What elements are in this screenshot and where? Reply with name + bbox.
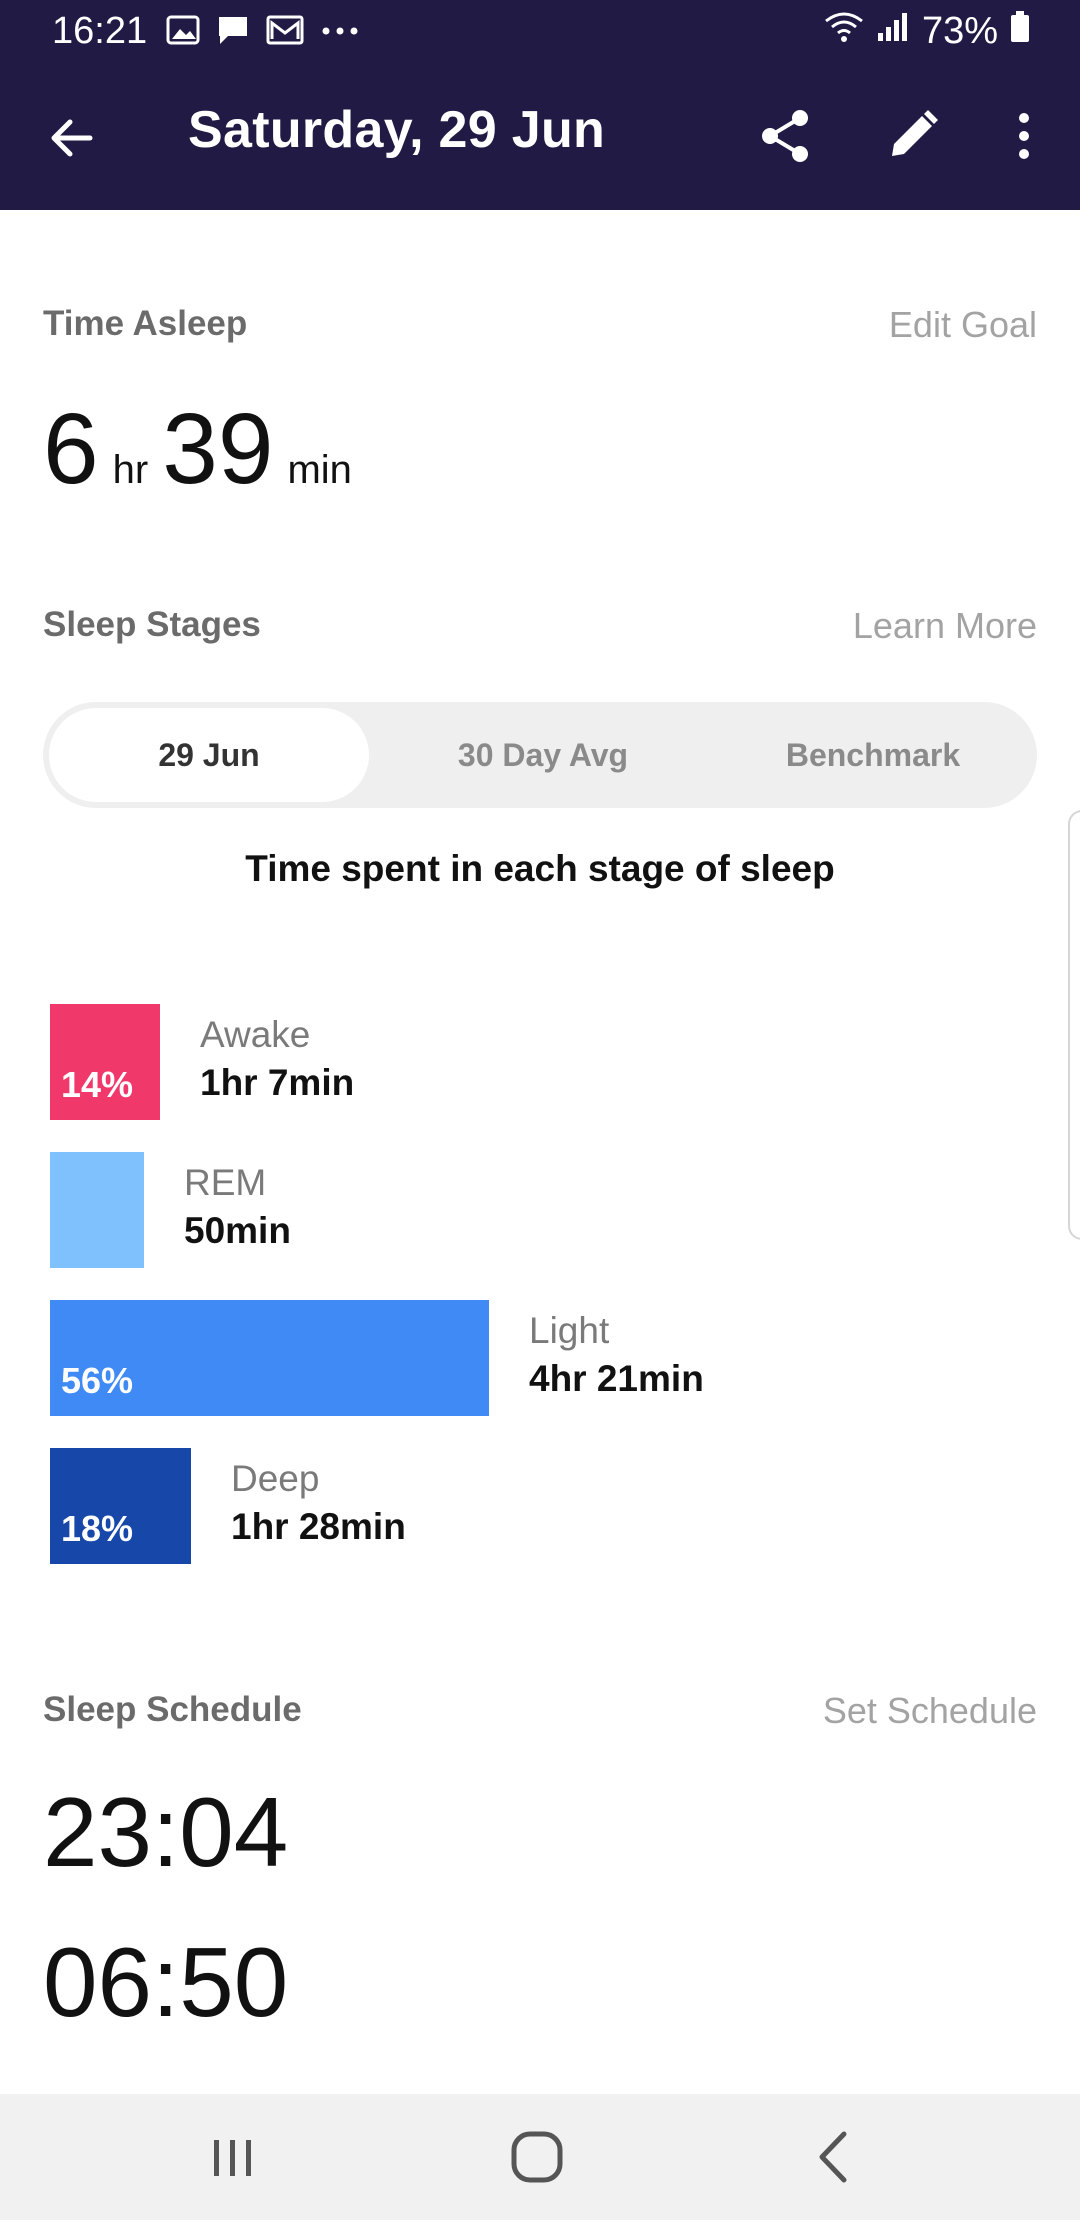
stage-bar-rem	[50, 1152, 144, 1268]
stage-duration-deep: 1hr 28min	[231, 1506, 406, 1547]
stage-percent: 14%	[61, 1064, 134, 1105]
stage-label-rem: REM	[184, 1162, 267, 1203]
bedtime-value: 23:04	[43, 1777, 289, 1887]
side-panel-handle[interactable]	[1068, 810, 1080, 1240]
edit-pencil-icon[interactable]	[880, 104, 944, 168]
page-title: Saturday, 29 Jun	[188, 101, 606, 159]
tab-benchmark[interactable]: Benchmark	[713, 708, 1033, 802]
stage-label-deep: Deep	[231, 1458, 320, 1499]
more-vert-icon[interactable]	[1002, 104, 1046, 168]
home-icon[interactable]	[502, 2124, 572, 2190]
back-icon[interactable]	[800, 2124, 870, 2190]
chat-icon	[216, 14, 250, 51]
asleep-hours-unit: hr	[112, 448, 149, 492]
learn-more-link[interactable]: Learn More	[853, 605, 1037, 647]
time-asleep-value: 6 hr 39 min	[43, 392, 366, 507]
stage-duration-rem: 50min	[184, 1210, 291, 1251]
stage-duration-light: 4hr 21min	[529, 1358, 704, 1399]
sleep-stages-title: Sleep Stages	[43, 605, 261, 644]
status-time: 16:21	[52, 10, 148, 52]
stage-duration-awake: 1hr 7min	[200, 1062, 355, 1103]
signal-icon	[876, 10, 910, 53]
battery-icon	[1010, 10, 1030, 53]
stage-bar-light: 56%	[50, 1300, 489, 1416]
time-asleep-title: Time Asleep	[43, 304, 248, 343]
share-icon[interactable]	[754, 104, 818, 168]
app-bar: Saturday, 29 Jun	[0, 64, 1080, 210]
sleep-schedule-title: Sleep Schedule	[43, 1690, 302, 1729]
back-arrow-icon[interactable]	[44, 108, 104, 168]
tab-29-jun[interactable]: 29 Jun	[49, 708, 369, 802]
stage-range-tabs: 29 Jun 30 Day Avg Benchmark	[43, 702, 1037, 808]
asleep-hours: 6	[43, 393, 99, 505]
edit-goal-link[interactable]: Edit Goal	[889, 304, 1037, 346]
stage-bar-deep: 18%	[50, 1448, 191, 1564]
stages-caption: Time spent in each stage of sleep	[245, 848, 835, 889]
battery-percent: 73%	[921, 10, 998, 52]
wifi-icon	[824, 10, 864, 53]
tab-30-day-avg[interactable]: 30 Day Avg	[383, 708, 703, 802]
stage-percent: 18%	[61, 1508, 134, 1549]
stage-label-light: Light	[529, 1310, 610, 1351]
more-dots-icon	[320, 24, 360, 42]
gmail-icon	[266, 15, 304, 50]
system-nav-bar	[0, 2094, 1080, 2220]
status-bar: 16:21 73%	[0, 0, 1080, 64]
stage-bar-awake: 14%	[50, 1004, 160, 1120]
recents-icon[interactable]	[198, 2124, 268, 2190]
set-schedule-link[interactable]: Set Schedule	[823, 1690, 1037, 1732]
stage-label-awake: Awake	[200, 1014, 311, 1055]
stage-percent: 56%	[61, 1360, 134, 1401]
wake-time-value: 06:50	[43, 1927, 289, 2037]
asleep-minutes: 39	[162, 393, 274, 505]
image-icon	[166, 15, 200, 50]
asleep-minutes-unit: min	[287, 448, 352, 492]
